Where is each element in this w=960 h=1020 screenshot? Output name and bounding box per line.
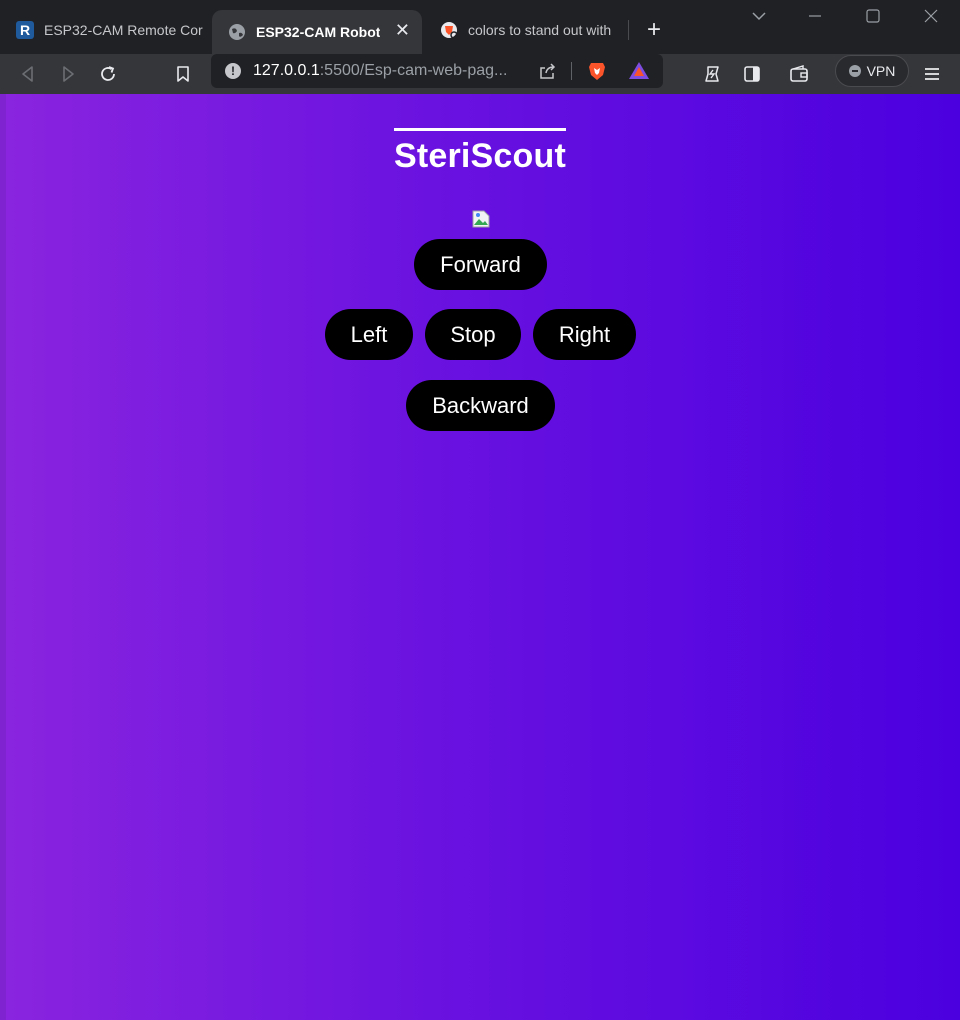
reload-icon[interactable] [94,60,122,88]
url-path: :5500/Esp-cam-web-pag... [319,62,508,79]
brave-shields-icon[interactable] [586,60,608,87]
leo-ai-icon[interactable] [698,60,726,88]
browser-toolbar: ! 127.0.0.1:5500/Esp-cam-web-pag... VPN [0,54,960,94]
vpn-status-icon [848,65,861,77]
backward-button[interactable]: Backward [406,380,555,431]
tab-colors-search[interactable]: colors to stand out with [424,10,628,50]
right-button[interactable]: Right [533,309,636,360]
sidebar-icon[interactable] [738,60,766,88]
robot-control-page: SteriScout Forward Left Stop Right Backw… [0,94,960,1020]
tab-label: ESP32-CAM Remote Cor [44,22,203,38]
tab-esp32-robot[interactable]: ESP32-CAM Robot ✕ [212,10,422,54]
camera-stream-broken-image-icon [472,210,490,228]
new-tab-button[interactable]: + [640,16,668,44]
menu-icon[interactable] [918,60,946,88]
vpn-button[interactable]: VPN [835,55,909,87]
svg-text:R: R [20,22,30,38]
maximize-icon[interactable] [860,8,886,32]
url-divider [571,62,572,80]
forward-nav-icon[interactable] [54,60,82,88]
stop-button[interactable]: Stop [425,309,521,360]
tab-strip: R ESP32-CAM Remote Cor ESP32-CAM Robot ✕… [0,0,960,54]
tab-label: colors to stand out with [468,22,612,38]
tab-label: ESP32-CAM Robot [256,24,381,40]
share-icon[interactable] [537,62,557,85]
brave-rewards-icon[interactable] [628,60,650,87]
minimize-icon[interactable] [802,8,828,32]
address-bar[interactable]: ! 127.0.0.1:5500/Esp-cam-web-pag... [211,54,663,88]
tab-divider [628,20,629,40]
left-button[interactable]: Left [325,309,413,360]
brave-search-icon [440,21,458,39]
bookmark-icon[interactable] [169,60,197,88]
site-info-icon[interactable]: ! [225,63,241,79]
globe-icon [228,23,246,41]
wallet-icon[interactable] [785,60,813,88]
tab-esp32-remote-control[interactable]: R ESP32-CAM Remote Cor [0,10,210,50]
tab-search-chevron-icon[interactable] [746,8,772,32]
back-icon[interactable] [14,60,42,88]
url-host: 127.0.0.1 [253,62,320,79]
vpn-label: VPN [866,63,896,79]
close-window-icon[interactable] [918,8,944,32]
r-logo-icon: R [16,21,34,39]
close-tab-icon[interactable]: ✕ [395,20,410,41]
page-title: SteriScout [393,128,567,176]
title-container: SteriScout [0,128,960,176]
forward-button[interactable]: Forward [414,239,547,290]
